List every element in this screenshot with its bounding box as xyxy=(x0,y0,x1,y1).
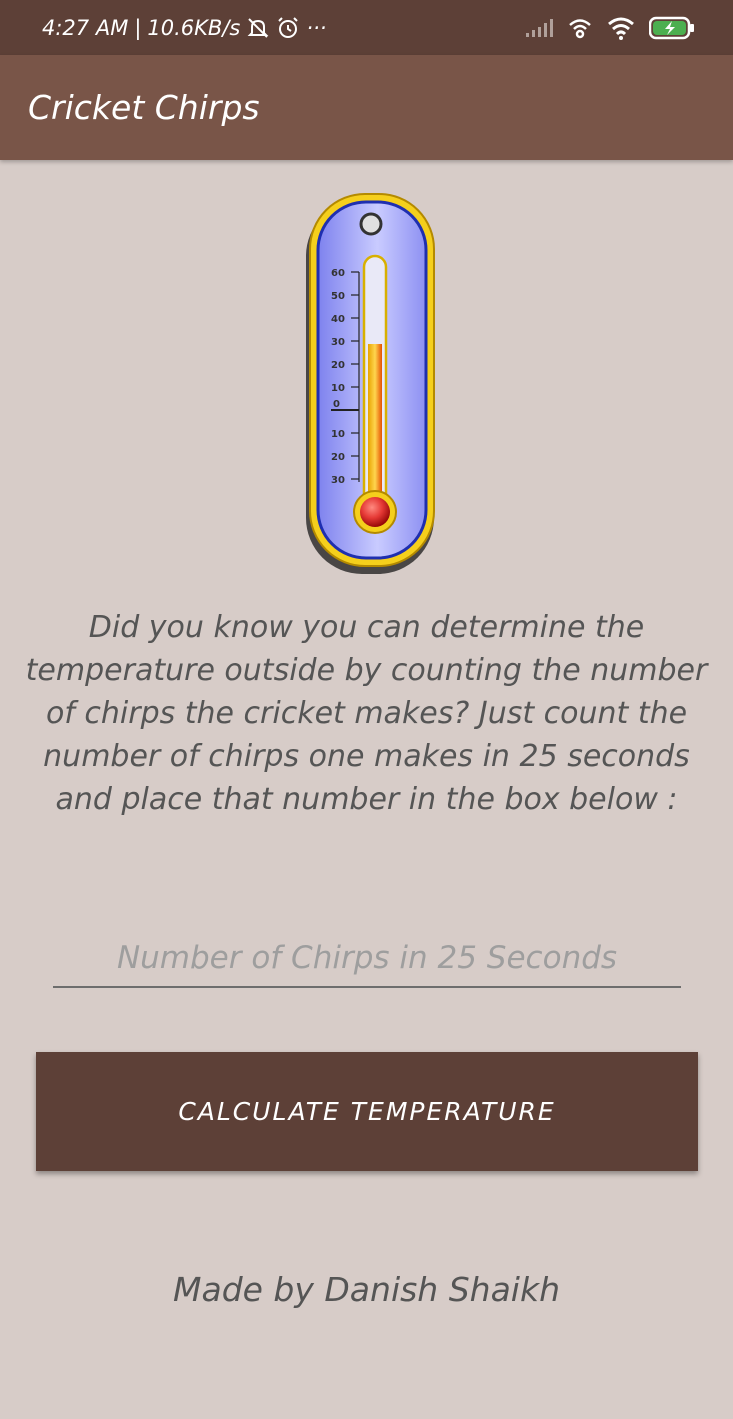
status-left: 4:27 AM | 10.6KB/s ··· xyxy=(42,16,326,40)
scale-label: 60 xyxy=(331,268,345,279)
author-credit: Made by Danish Shaikh xyxy=(173,1270,560,1309)
thermometer-illustration: 60 50 40 30 20 10 0 10 20 30 xyxy=(306,193,435,574)
status-right xyxy=(525,16,695,40)
scale-label: 50 xyxy=(331,291,345,302)
status-bar: 4:27 AM | 10.6KB/s ··· xyxy=(0,0,733,55)
more-notifications-indicator: ··· xyxy=(306,15,327,40)
description-text: Did you know you can determine the tempe… xyxy=(25,610,708,817)
hotspot-icon xyxy=(569,18,591,38)
app-title: Cricket Chirps xyxy=(28,88,260,127)
status-separator: | xyxy=(134,15,142,40)
scale-label: 10 xyxy=(331,383,345,394)
calculate-temperature-button[interactable]: CALCULATE TEMPERATURE xyxy=(36,1052,698,1171)
battery-charging-icon xyxy=(649,16,694,39)
signal-icon xyxy=(526,18,553,37)
wifi-icon xyxy=(608,17,634,40)
scale-label: 40 xyxy=(331,314,345,325)
chirp-count-input[interactable] xyxy=(53,930,681,988)
scale-label: 20 xyxy=(331,452,345,463)
scale-label: 30 xyxy=(331,475,345,486)
scale-label: 30 xyxy=(331,337,345,348)
mute-icon xyxy=(247,17,269,38)
scale-label: 0 xyxy=(333,399,340,410)
scale-label: 20 xyxy=(331,360,345,371)
alarm-icon xyxy=(278,16,299,38)
status-time: 4:27 AM xyxy=(42,15,129,40)
app-bar: Cricket Chirps xyxy=(0,55,733,160)
scale-label: 10 xyxy=(331,429,345,440)
network-speed: 10.6KB/s xyxy=(147,15,241,40)
